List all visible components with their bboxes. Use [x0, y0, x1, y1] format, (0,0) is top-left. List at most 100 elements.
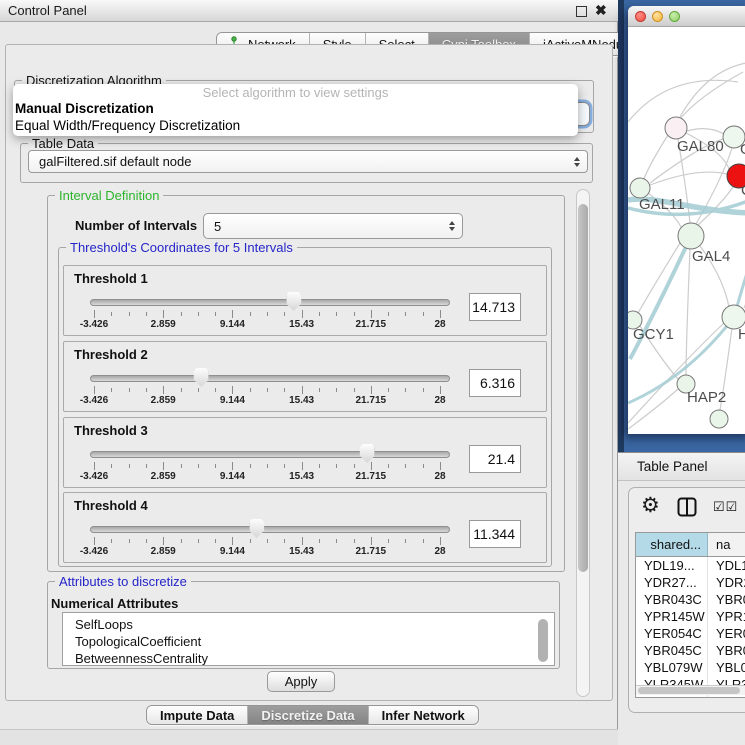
threshold-2-panel: Threshold 2 -3.426 2.859 9.144 15.43 21.… [63, 341, 547, 412]
table-panel-title: Table Panel [637, 459, 708, 474]
combo-value: 5 [214, 219, 221, 234]
apply-button[interactable]: Apply [267, 671, 335, 692]
tab-infer-network[interactable]: Infer Network [369, 706, 478, 724]
tab-label: Impute Data [160, 708, 234, 723]
cell[interactable]: YDR27... [636, 574, 708, 591]
tick-label: 15.43 [289, 546, 314, 557]
node-label: HAP2 [687, 389, 726, 406]
slider-tickmarks [94, 537, 440, 546]
list-item[interactable]: TopologicalCoefficient [63, 633, 554, 650]
group-title: Table Data [28, 136, 98, 151]
threshold-4-panel: Threshold 4 -3.426 2.859 9.144 15.43 21.… [63, 492, 547, 563]
list-scrollbar-thumb[interactable] [538, 619, 548, 662]
cell[interactable]: YDL19... [636, 557, 708, 574]
tick-label: 21.715 [356, 395, 387, 406]
gear-icon[interactable]: ⚙ [641, 493, 660, 518]
slider-thumb[interactable] [194, 368, 209, 387]
select-columns-checkboxes-icon[interactable]: ☑☑ [713, 499, 738, 515]
scrollbar-thumb[interactable] [578, 204, 588, 572]
cell[interactable]: YBR0 [708, 642, 745, 659]
numerical-attributes-label: Numerical Attributes [51, 596, 178, 611]
tick-label: 28 [434, 471, 445, 482]
columns-icon[interactable] [677, 497, 697, 522]
cell[interactable]: YBL0 [708, 659, 745, 676]
tab-impute-data[interactable]: Impute Data [147, 706, 248, 724]
cell[interactable]: YPR1 [708, 608, 745, 625]
cell[interactable]: YDR2 [708, 574, 745, 591]
content-vertical-scrollbar[interactable] [576, 189, 590, 697]
slider-thumb[interactable] [249, 519, 264, 538]
node-table: shared... na YDL19...YDL1 YDR27...YDR2 Y… [635, 532, 745, 698]
list-item[interactable]: SelfLoops [63, 613, 554, 633]
threshold-value-field[interactable]: 6.316 [469, 369, 521, 397]
tick-label: 9.144 [220, 546, 245, 557]
list-item[interactable]: BetweennessCentrality [63, 650, 554, 666]
cell[interactable]: YBR0 [708, 591, 745, 608]
popup-option-equal-width-frequency[interactable]: Equal Width/Frequency Discretization [13, 117, 578, 134]
stepper-icon [574, 157, 580, 167]
tick-label: 28 [434, 319, 445, 330]
tick-label: 2.859 [151, 395, 176, 406]
tick-label: 9.144 [220, 471, 245, 482]
threshold-value-field[interactable]: 14.713 [469, 293, 521, 321]
close-icon[interactable]: ✖ [595, 2, 607, 19]
right-region: GAL80 G C GAL11 GAL4 GCY1 H HAP2 Table P… [618, 0, 745, 745]
column-header-name[interactable]: na [708, 533, 745, 556]
table-row[interactable]: YBR045CYBR0 [636, 642, 745, 659]
cell[interactable]: YER054C [636, 625, 708, 642]
tick-label: -3.426 [80, 319, 108, 330]
table-row[interactable]: YER054CYER0 [636, 625, 745, 642]
network-node-gal11[interactable] [630, 178, 650, 198]
cell[interactable]: YPR145W [636, 608, 708, 625]
cell[interactable]: YDL1 [708, 557, 745, 574]
tick-label: 15.43 [289, 319, 314, 330]
column-header-shared-name[interactable]: shared... [636, 533, 708, 556]
table-row[interactable]: YPR145WYPR1 [636, 608, 745, 625]
numerical-attributes-list[interactable]: SelfLoops TopologicalCoefficient Between… [62, 612, 555, 666]
table-row[interactable]: YBL079WYBL0 [636, 659, 745, 676]
node-label: GAL80 [677, 138, 724, 155]
table-panel-card: ⚙ ☑☑ shared... na YDL19...YDL1 YDR27...Y… [628, 487, 745, 713]
network-node-gal80[interactable] [665, 117, 687, 139]
network-node-gal4[interactable] [678, 223, 704, 249]
network-node-bottom[interactable] [710, 410, 728, 428]
table-row[interactable]: YBR043CYBR0 [636, 591, 745, 608]
tick-label: -3.426 [80, 395, 108, 406]
slider-thumb[interactable] [360, 444, 375, 463]
slider-thumb[interactable] [286, 292, 301, 311]
cell[interactable]: YBL079W [636, 659, 708, 676]
popup-option-manual-discretization[interactable]: Manual Discretization [13, 100, 578, 117]
network-canvas[interactable]: GAL80 G C GAL11 GAL4 GCY1 H HAP2 [628, 27, 745, 434]
table-row[interactable]: YDR27...YDR2 [636, 574, 745, 591]
close-traffic-light[interactable] [635, 11, 646, 22]
tick-label: 2.859 [151, 319, 176, 330]
threshold-1-panel: Threshold 1 -3.426 2.859 9.144 15.43 21.… [63, 265, 547, 336]
scrollbar-thumb[interactable] [638, 687, 740, 694]
slider-tickmarks [94, 386, 440, 395]
tick-label: 15.43 [289, 395, 314, 406]
tick-label: 28 [434, 546, 445, 557]
tab-discretize-data[interactable]: Discretize Data [248, 706, 368, 724]
threshold-value-field[interactable]: 21.4 [469, 445, 521, 473]
control-panel-titlebar: Control Panel ✖ [0, 0, 618, 22]
zoom-traffic-light[interactable] [669, 11, 680, 22]
group-title: Attributes to discretize [55, 574, 191, 589]
tick-label: 21.715 [356, 319, 387, 330]
table-horizontal-scrollbar[interactable] [636, 685, 745, 695]
node-label: G [740, 141, 745, 158]
table-data-combo[interactable]: galFiltered.sif default node [28, 150, 588, 173]
cell[interactable]: YER0 [708, 625, 745, 642]
table-row[interactable]: YDL19...YDL1 [636, 557, 745, 574]
network-window-titlebar[interactable] [628, 6, 745, 27]
minimize-traffic-light[interactable] [652, 11, 663, 22]
threshold-value-field[interactable]: 11.344 [469, 520, 521, 548]
cell[interactable]: YBR045C [636, 642, 708, 659]
slider-tickmarks [94, 462, 440, 471]
cell[interactable]: YBR043C [636, 591, 708, 608]
group-title: Threshold's Coordinates for 5 Intervals [66, 240, 297, 255]
combo-value: galFiltered.sif default node [39, 154, 191, 169]
popup-header: Select algorithm to view settings [13, 84, 578, 100]
float-window-icon[interactable] [576, 6, 587, 17]
number-of-intervals-combo[interactable]: 5 [203, 213, 463, 239]
node-label: C [741, 182, 745, 199]
